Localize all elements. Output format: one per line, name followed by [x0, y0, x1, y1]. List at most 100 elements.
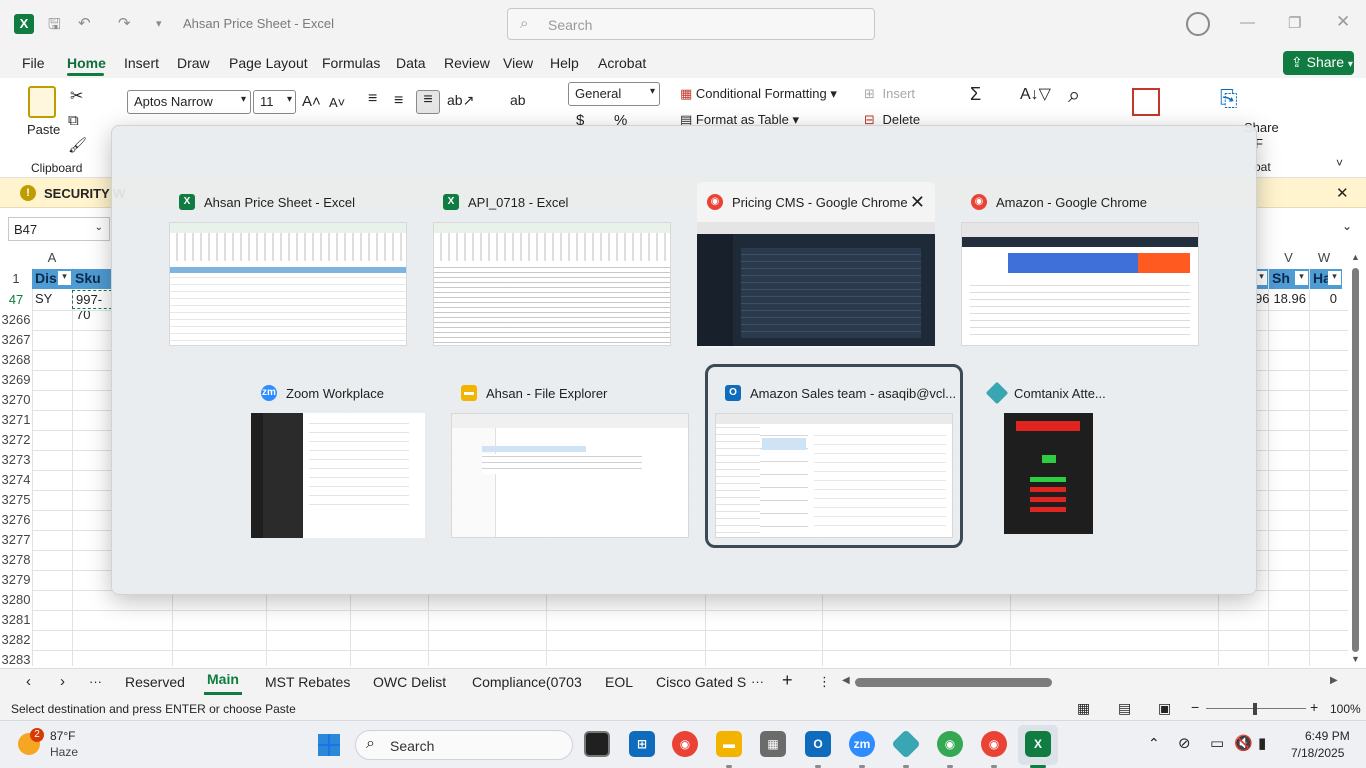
sheet-tab-mst-rebates[interactable]: MST Rebates: [265, 674, 350, 690]
menu-home[interactable]: Home: [67, 55, 106, 71]
scroll-down-icon[interactable]: ▼: [1351, 654, 1360, 664]
column-header-w[interactable]: W: [1309, 250, 1339, 268]
network-off-icon[interactable]: ⊘: [1178, 734, 1191, 752]
menu-page-layout[interactable]: Page Layout: [229, 55, 308, 71]
window-card-file-explorer[interactable]: ▬ Ahsan - File Explorer: [451, 373, 689, 539]
row-header[interactable]: 3281: [0, 612, 32, 627]
zoom-in-icon[interactable]: +: [1310, 699, 1318, 715]
file-explorer-icon[interactable]: ▬: [716, 731, 742, 757]
window-card-pricing-cms[interactable]: ◉ Pricing CMS - Google Chrome ✕: [697, 182, 935, 348]
close-icon[interactable]: ✕: [1336, 184, 1349, 202]
cut-icon[interactable]: ✂: [70, 86, 83, 106]
tab-options-icon[interactable]: ⋮: [818, 674, 831, 690]
share-button[interactable]: ⇪ Share ▾: [1283, 51, 1354, 75]
battery-icon[interactable]: ▮: [1258, 734, 1266, 752]
menu-review[interactable]: Review: [444, 55, 490, 71]
align-middle-icon[interactable]: ≡: [394, 92, 403, 110]
volume-muted-icon[interactable]: 🔇: [1234, 734, 1253, 752]
zoom-icon[interactable]: zm: [849, 731, 875, 757]
row-header[interactable]: 3274: [0, 472, 32, 487]
horizontal-scrollbar-thumb[interactable]: [855, 678, 1052, 687]
menu-formulas[interactable]: Formulas: [322, 55, 380, 71]
microsoft-store-icon[interactable]: ⊞: [629, 731, 655, 757]
header-cell-sku[interactable]: Sku: [72, 269, 112, 289]
row-header-47[interactable]: 47: [0, 292, 32, 307]
row-header[interactable]: 3267: [0, 332, 32, 347]
minimize-icon[interactable]: —: [1240, 14, 1255, 31]
format-painter-icon[interactable]: 🖌: [68, 136, 87, 154]
formula-bar-expand-icon[interactable]: ⌄: [1342, 219, 1352, 233]
menu-help[interactable]: Help: [550, 55, 579, 71]
weather-widget[interactable]: 2 87°F Haze: [16, 727, 96, 763]
header-cell-sh[interactable]: Sh ▾: [1269, 269, 1309, 289]
window-card-ahsan-price-sheet[interactable]: X Ahsan Price Sheet - Excel: [169, 182, 407, 348]
page-break-view-icon[interactable]: ▣: [1158, 700, 1171, 717]
wrap-text-icon[interactable]: ab: [510, 92, 526, 108]
header-cell-u[interactable]: ▾: [1256, 269, 1268, 289]
task-view-icon[interactable]: [584, 731, 610, 757]
paste-icon[interactable]: [28, 86, 56, 118]
row-header[interactable]: 3278: [0, 552, 32, 567]
row-header[interactable]: 3266: [0, 312, 32, 327]
row-header[interactable]: 3277: [0, 532, 32, 547]
paste-label[interactable]: Paste: [27, 122, 60, 137]
menu-file[interactable]: File: [22, 55, 45, 71]
menu-insert[interactable]: Insert: [124, 55, 159, 71]
show-hidden-icons-icon[interactable]: ⌃: [1148, 735, 1160, 752]
find-select-icon[interactable]: ⌕: [1068, 82, 1080, 108]
filter-dropdown-icon[interactable]: ▾: [58, 271, 71, 285]
page-layout-view-icon[interactable]: ▤: [1118, 700, 1131, 717]
menu-draw[interactable]: Draw: [177, 55, 210, 71]
row-header[interactable]: 3283: [0, 652, 32, 667]
ribbon-collapse-icon[interactable]: ˅: [1336, 156, 1343, 170]
filter-dropdown-icon[interactable]: ▾: [1328, 271, 1341, 285]
row-header[interactable]: 3268: [0, 352, 32, 367]
autosum-icon[interactable]: Σ: [970, 84, 981, 105]
filter-dropdown-icon[interactable]: ▾: [1295, 271, 1308, 285]
quick-access-dropdown-icon[interactable]: ▾: [156, 17, 162, 30]
cell-a47[interactable]: SY: [32, 290, 72, 309]
more-sheets-left-icon[interactable]: ···: [89, 674, 102, 689]
sheet-tab-main[interactable]: Main: [207, 671, 239, 687]
clock-date[interactable]: 7/18/2025: [1291, 746, 1344, 760]
normal-view-icon[interactable]: ▦: [1077, 700, 1090, 717]
outlook-icon[interactable]: O: [805, 731, 831, 757]
cell-b47[interactable]: 997-70: [72, 290, 112, 322]
scroll-up-icon[interactable]: ▲: [1351, 252, 1360, 262]
menu-acrobat[interactable]: Acrobat: [598, 55, 646, 71]
align-top-icon[interactable]: ≡: [368, 90, 377, 108]
scroll-tabs-left-icon[interactable]: ‹: [26, 673, 31, 690]
close-icon[interactable]: ✕: [1336, 12, 1350, 32]
redo-icon[interactable]: ↷: [118, 14, 131, 32]
name-box[interactable]: B47 ⌄: [8, 217, 110, 241]
row-header[interactable]: 3276: [0, 512, 32, 527]
add-ins-icon[interactable]: [1132, 88, 1160, 116]
scroll-tabs-right-icon[interactable]: ›: [60, 673, 65, 690]
conditional-formatting-button[interactable]: ▦ Conditional Formatting ▾: [680, 86, 837, 102]
start-windows-icon[interactable]: [318, 734, 340, 756]
number-format-select[interactable]: General ▾: [568, 82, 660, 106]
orientation-icon[interactable]: ab↗: [447, 92, 474, 109]
maximize-icon[interactable]: ❐: [1288, 14, 1301, 32]
chrome-profile-icon[interactable]: ◉: [937, 731, 963, 757]
sheet-tab-compliance[interactable]: Compliance(0703: [472, 674, 582, 690]
row-header[interactable]: 3280: [0, 592, 32, 607]
row-header[interactable]: 3269: [0, 372, 32, 387]
create-pdf-icon[interactable]: ⎘: [1220, 86, 1238, 112]
more-sheets-icon[interactable]: ···: [751, 674, 764, 689]
zoom-slider-handle[interactable]: [1253, 703, 1257, 715]
filter-dropdown-icon[interactable]: ▾: [1256, 271, 1267, 285]
row-header[interactable]: 3273: [0, 452, 32, 467]
font-size-select[interactable]: 11 ▾: [253, 90, 296, 114]
zoom-level[interactable]: 100%: [1330, 702, 1361, 716]
add-sheet-icon[interactable]: +: [782, 670, 793, 691]
close-icon[interactable]: ✕: [910, 192, 925, 213]
search-box[interactable]: ⌕ Search: [507, 8, 875, 40]
copy-icon[interactable]: ⧉: [68, 112, 79, 129]
window-card-outlook[interactable]: O Amazon Sales team - asaqib@vcl...: [715, 373, 956, 539]
column-header-a[interactable]: A: [32, 250, 72, 268]
display-icon[interactable]: ▭: [1210, 734, 1224, 752]
row-header[interactable]: 3275: [0, 492, 32, 507]
calculator-icon[interactable]: ▦: [760, 731, 786, 757]
column-header-v[interactable]: V: [1268, 250, 1309, 268]
